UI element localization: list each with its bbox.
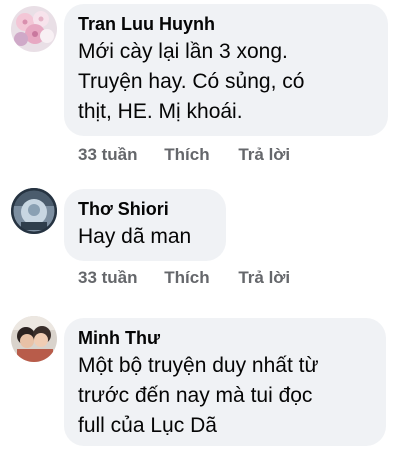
reply-button[interactable]: Trả lời: [238, 145, 290, 165]
comment-actions: 33 tuần Thích Trả lời: [78, 268, 290, 288]
comment-author[interactable]: Minh Thư: [78, 327, 372, 349]
comment-text-line: Hay dã man: [78, 225, 192, 248]
comment-text-line: trước đến nay mà tui đọc: [78, 384, 313, 407]
comment-text-line: Một bộ truyện duy nhất từ: [78, 354, 319, 377]
comment-text-line: Truyện hay. Có sủng, có: [78, 70, 305, 93]
comment-actions: 33 tuần Thích Trả lời: [78, 145, 290, 165]
avatar[interactable]: [11, 6, 57, 52]
flower-avatar-image: [11, 6, 57, 52]
comment-timestamp[interactable]: 33 tuần: [78, 145, 138, 165]
reply-button[interactable]: Trả lời: [238, 268, 290, 288]
comment-bubble: Minh Thư Một bộ truyện duy nhất từ trước…: [64, 318, 386, 446]
comment-timestamp[interactable]: 33 tuần: [78, 268, 138, 288]
like-button[interactable]: Thích: [164, 145, 209, 165]
comment-text-line: Mới cày lại lần 3 xong.: [78, 40, 288, 63]
comment-text-line: thịt, HE. Mị khoái.: [78, 100, 243, 123]
like-button[interactable]: Thích: [164, 268, 209, 288]
comment-text-line: full của Lục Dã: [78, 414, 217, 437]
comment-author[interactable]: Tran Luu Huynh: [78, 13, 374, 35]
couple-photo-image: [11, 316, 57, 362]
comment-bubble: Thơ Shiori Hay dã man: [64, 189, 226, 261]
avatar[interactable]: [11, 188, 57, 234]
comment-author[interactable]: Thơ Shiori: [78, 198, 212, 220]
avatar[interactable]: [11, 316, 57, 362]
comment-bubble: Tran Luu Huynh Mới cày lại lần 3 xong. T…: [64, 4, 388, 136]
profile-photo-image: [11, 188, 57, 234]
